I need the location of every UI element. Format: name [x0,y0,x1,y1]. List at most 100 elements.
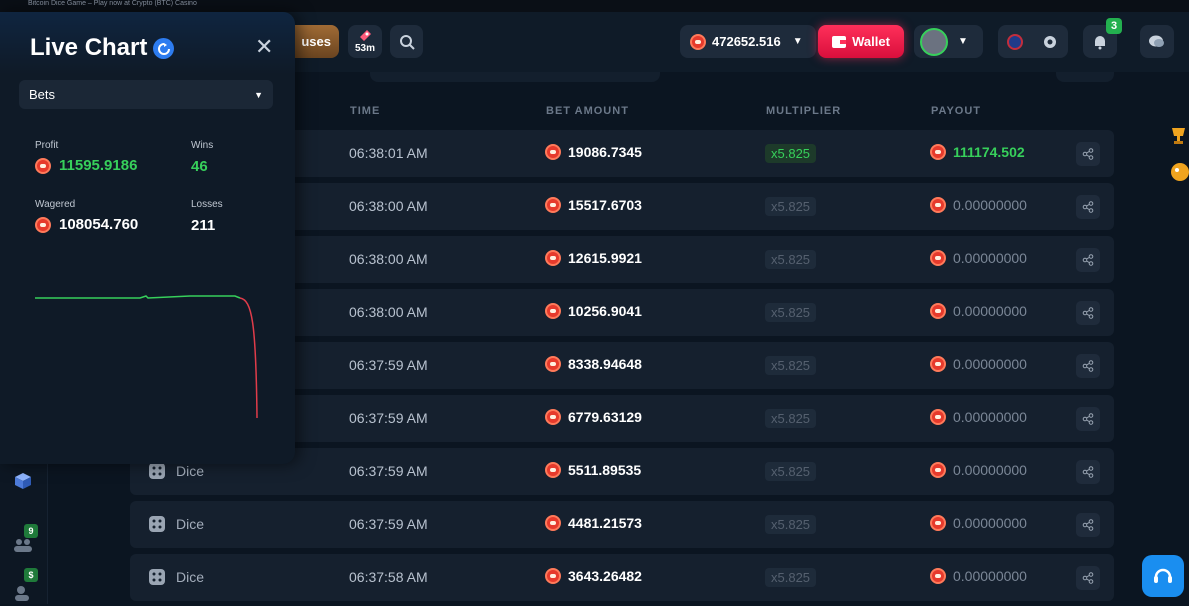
close-icon[interactable]: ✕ [255,34,273,60]
currency-coin-icon [930,144,946,160]
currency-coin-icon [930,250,946,266]
chat-button[interactable] [1140,25,1174,58]
bet-amount-cell: 12615.9921 [545,250,642,266]
chat-icon [1149,35,1164,47]
multiplier-cell: x5.825 [765,515,817,534]
share-button[interactable] [1076,142,1100,166]
share-icon [1082,519,1094,531]
bet-amount-value: 6779.63129 [568,409,642,425]
profit-line-negative [239,297,258,419]
wallet-button[interactable]: Wallet [818,25,904,58]
losses-value: 211 [191,217,216,234]
rakeback-button[interactable]: 53m [348,25,382,58]
share-icon [1082,413,1094,425]
currency-coin-icon [930,462,946,478]
currency-coin-icon [930,515,946,531]
game-name: Dice [176,463,205,479]
share-button[interactable] [1076,513,1100,537]
payout-cell: 0.00000000 [930,197,1027,213]
table-row[interactable]: Dice 06:37:59 AM 4481.21573 x5.825 0.000… [130,501,1114,548]
cube-icon[interactable] [10,468,36,494]
bet-amount-cell: 10256.9041 [545,303,642,319]
select-value: Bets [29,87,56,102]
time-cell: 06:38:00 AM [349,304,428,320]
currency-coin-icon [930,356,946,372]
column-header-payout: PAYOUT [931,105,982,117]
search-icon [399,34,415,50]
window-titlebar: Bitcoin Dice Game – Play now at Crypto (… [0,0,1189,12]
bet-amount-value: 5511.89535 [568,462,642,478]
profit-line-positive [35,295,241,299]
rail-badge-dollar: $ [24,568,38,582]
search-button[interactable] [390,25,423,58]
wins-label: Wins [191,140,214,151]
multiplier-cell: x5.825 [765,144,817,163]
dice-icon [149,516,165,532]
support-button[interactable] [1142,555,1184,597]
currency-coin-icon [545,356,561,372]
payout-value: 0.00000000 [953,409,1027,425]
currency-coin-icon [545,568,561,584]
rakeback-timer: 53m [354,43,375,54]
wallet-icon [832,35,847,48]
flag-uk-icon[interactable] [1007,33,1023,50]
share-button[interactable] [1076,354,1100,378]
wagered-value: 108054.760 [59,216,139,233]
profit-line-chart [35,295,258,419]
currency-coin-icon [35,157,51,174]
lang-settings-group [998,25,1068,58]
payout-cell: 0.00000000 [930,356,1027,372]
time-cell: 06:38:00 AM [349,251,428,267]
time-cell: 06:37:58 AM [349,569,428,585]
column-header-multiplier: MULTIPLIER [766,105,842,117]
currency-coin-icon [930,303,946,319]
trophy-icon[interactable] [1168,126,1189,146]
share-button[interactable] [1076,460,1100,484]
gear-icon[interactable] [1041,33,1059,51]
share-button[interactable] [1076,248,1100,272]
multiplier-cell: x5.825 [765,568,817,587]
multiplier-cell: x5.825 [765,197,817,216]
time-cell: 06:37:59 AM [349,357,428,373]
payout-value: 0.00000000 [953,197,1027,213]
share-icon [1082,148,1094,160]
share-icon [1082,360,1094,372]
table-row[interactable]: Dice 06:37:58 AM 3643.26482 x5.825 0.000… [130,554,1114,601]
affiliate-icon[interactable] [10,580,36,606]
share-button[interactable] [1076,195,1100,219]
payout-value: 111174.502 [953,144,1025,160]
profile-button[interactable]: ▼ [914,25,983,58]
headset-icon [1154,568,1172,583]
chart-type-select[interactable]: Bets ▼ [19,80,273,109]
balance-selector[interactable]: 472652.516 ▼ [680,25,816,58]
column-header-time: TIME [350,105,381,117]
bet-amount-value: 10256.9041 [568,303,642,319]
mascot-icon[interactable] [1168,162,1189,182]
currency-coin-icon [930,409,946,425]
payout-cell: 0.00000000 [930,409,1027,425]
rail-badge-count: 9 [24,524,38,538]
payout-value: 0.00000000 [953,462,1027,478]
balance-value: 472652.516 [712,34,781,49]
payout-value: 0.00000000 [953,250,1027,266]
share-button[interactable] [1076,301,1100,325]
wins-value: 46 [191,158,208,175]
time-cell: 06:37:59 AM [349,516,428,532]
bet-amount-cell: 6779.63129 [545,409,642,425]
bell-icon [1095,35,1105,49]
time-cell: 06:37:59 AM [349,463,428,479]
currency-coin-icon [545,197,561,213]
share-button[interactable] [1076,566,1100,590]
refresh-icon[interactable] [153,38,174,59]
bet-amount-cell: 19086.7345 [545,144,642,160]
bet-amount-cell: 15517.6703 [545,197,642,213]
share-button[interactable] [1076,407,1100,431]
currency-coin-icon [690,33,706,50]
payout-cell: 0.00000000 [930,462,1027,478]
profit-value-row: 11595.9186 [35,157,137,174]
profit-value: 11595.9186 [59,157,138,174]
dice-icon [149,463,165,479]
payout-value: 0.00000000 [953,356,1027,372]
window-title: Bitcoin Dice Game – Play now at Crypto (… [28,0,197,7]
currency-coin-icon [35,216,51,233]
